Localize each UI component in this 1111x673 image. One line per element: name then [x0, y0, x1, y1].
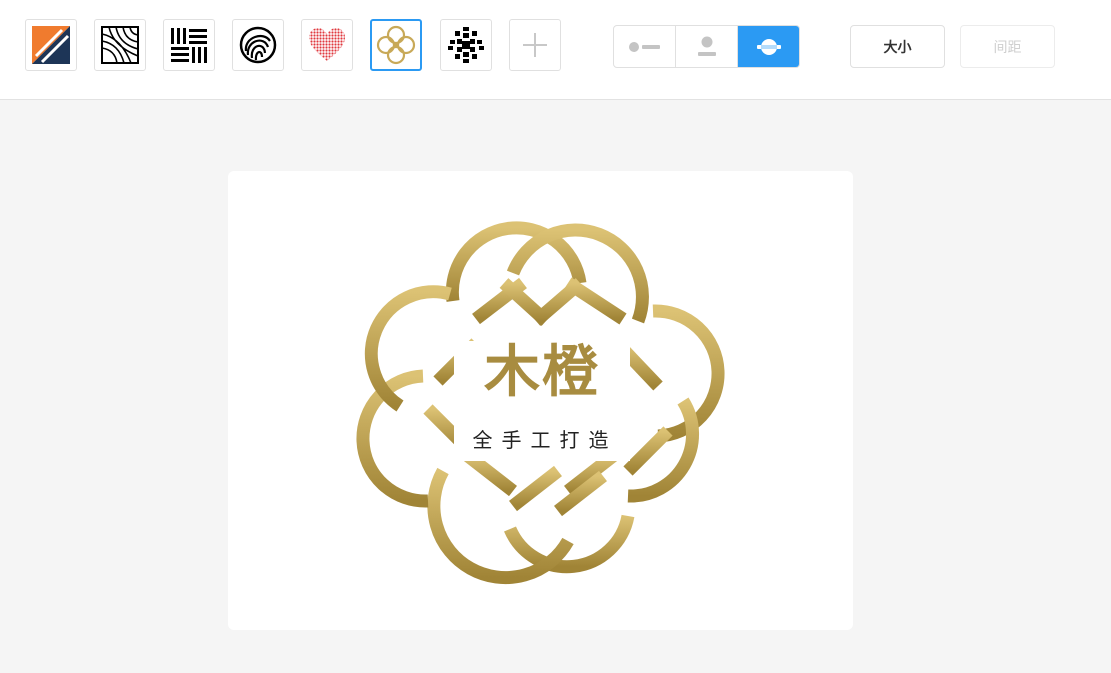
logo-preview-canvas: 木橙 全手工打造	[228, 171, 853, 630]
layout-icon-left-icon	[628, 41, 660, 52]
spacing-button[interactable]: 间距	[960, 25, 1055, 68]
template-twisted-lines[interactable]	[94, 19, 146, 71]
size-button[interactable]: 大小	[850, 25, 945, 68]
layout-segmented-control	[613, 25, 800, 68]
logo-slogan: 全手工打造	[472, 428, 618, 452]
logo-brand-name: 木橙	[484, 340, 600, 405]
layout-icon-behind-icon	[756, 38, 781, 55]
template-gold-knot[interactable]	[370, 19, 422, 71]
plus-icon	[523, 33, 547, 57]
template-swirl-circle[interactable]	[232, 19, 284, 71]
template-horizontal-bars[interactable]	[163, 19, 215, 71]
template-dotted-heart[interactable]	[301, 19, 353, 71]
toolbar: 大小 间距	[0, 0, 1111, 100]
layout-icon-left-button[interactable]	[614, 26, 676, 67]
orange-navy-stripes-icon	[32, 26, 70, 64]
template-orange-navy-stripes[interactable]	[25, 19, 77, 71]
layout-icon-behind-button[interactable]	[738, 26, 799, 67]
add-template-button[interactable]	[509, 19, 561, 71]
horizontal-bars-icon	[171, 28, 207, 63]
gold-knot-icon	[376, 25, 416, 65]
template-pixel-circle[interactable]	[440, 19, 492, 71]
dotted-heart-icon	[309, 28, 345, 61]
layout-icon-top-icon	[697, 36, 716, 56]
swirl-circle-icon	[239, 26, 277, 64]
layout-icon-top-button[interactable]	[676, 26, 738, 67]
pixel-circle-icon	[448, 27, 484, 63]
twisted-lines-icon	[101, 26, 139, 64]
